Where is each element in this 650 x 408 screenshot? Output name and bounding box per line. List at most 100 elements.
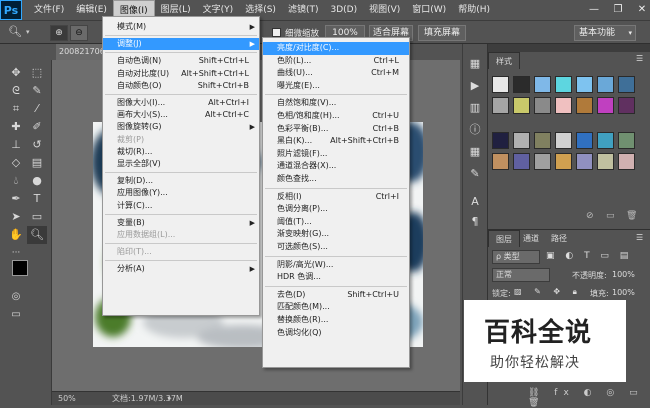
type-tool-icon[interactable]: T [27,190,47,208]
menu-option[interactable]: 可选颜色(S)... [263,241,409,254]
menu-option[interactable]: 黑白(K)... Alt+Shift+Ctrl+B [263,135,409,148]
foreground-color-swatch[interactable] [12,260,28,276]
scrubby-zoom-checkbox[interactable] [272,28,281,37]
opacity-value[interactable]: 100% [612,270,635,279]
zoom-in-icon[interactable]: ⊕ [50,25,68,41]
menu-item[interactable]: 帮助(H) [452,0,496,20]
screen-mode-icon[interactable]: ▭ [6,306,26,324]
style-swatch[interactable] [534,153,551,170]
style-swatch[interactable] [492,76,509,93]
marquee-tool-icon[interactable]: ⬚ [27,64,47,82]
menu-option[interactable]: 自动色调(N) Shift+Ctrl+L [103,55,259,67]
menu-option[interactable]: 色相/饱和度(H)... Ctrl+U [263,110,409,123]
close-button[interactable]: ✕ [634,3,650,17]
gradient-tool-icon[interactable]: ▤ [27,154,47,172]
menu-option[interactable]: 图像大小(I)... Alt+Ctrl+I [103,97,259,109]
layer-actions-icons[interactable]: ⛓ fx ◐ ◎ ▭ 🗑︎ [528,388,650,408]
menu-item[interactable]: 3D(D) [324,0,363,20]
menu-item[interactable]: 视图(V) [363,0,406,20]
quick-select-tool-icon[interactable]: ✎ [27,82,47,100]
hand-tool-icon[interactable]: ✋ [6,226,26,244]
zoom-out-icon[interactable]: ⊖ [70,25,88,41]
status-menu-arrow-icon[interactable]: ▸ [168,392,172,405]
style-swatch[interactable] [576,153,593,170]
menu-option[interactable]: 照片滤镜(F)... [263,148,409,161]
tool-preset-dropdown-icon[interactable]: ▾ [26,28,30,36]
menu-option[interactable]: 自动颜色(O) Shift+Ctrl+B [103,80,259,92]
fill-value[interactable]: 100% [612,288,635,297]
menu-option[interactable]: 色彩平衡(B)... Ctrl+B [263,123,409,136]
path-select-tool-icon[interactable]: ➤ [6,208,26,226]
blur-tool-icon[interactable]: 💧︎ [6,172,26,190]
menu-item[interactable]: 文件(F) [28,0,70,20]
layer-filter-select[interactable]: ρ 类型 [492,250,540,264]
dodge-tool-icon[interactable]: ● [27,172,47,190]
new-style-icon[interactable]: ▭ [606,211,615,221]
menu-option[interactable]: 通道混合器(X)... [263,160,409,173]
menu-option[interactable]: 去色(D) Shift+Ctrl+U [263,289,409,302]
menu-option[interactable]: 图像旋转(G) ▶ [103,121,259,133]
lasso-tool-icon[interactable]: ᘓ [6,82,26,100]
menu-option[interactable]: 色调均化(Q) [263,327,409,340]
menu-option[interactable]: 自动对比度(U) Alt+Shift+Ctrl+L [103,68,259,80]
style-swatch[interactable] [534,132,551,149]
style-swatch[interactable] [534,76,551,93]
menu-option[interactable]: 渐变映射(G)... [263,228,409,241]
tab-channels[interactable]: 通道 [516,230,546,247]
style-swatch[interactable] [597,132,614,149]
history-panel-icon[interactable]: ▦ [466,56,484,72]
tab-paths[interactable]: 路径 [544,230,574,247]
delete-style-icon[interactable]: 🗑︎ [626,211,637,221]
style-swatch[interactable] [618,153,635,170]
restore-button[interactable]: ❐ [610,3,626,17]
swatches-panel-icon[interactable]: ▦ [466,144,484,160]
blend-mode-select[interactable]: 正常 [492,268,550,282]
menu-option[interactable]: 变量(B) ▶ [103,217,259,229]
style-swatch[interactable] [513,76,530,93]
zoom-level[interactable]: 50% [58,392,76,405]
zoom-tool-icon[interactable]: 🔍︎ [8,25,22,38]
clone-stamp-tool-icon[interactable]: ⊥ [6,136,26,154]
info-panel-icon[interactable]: ⓘ [466,122,484,138]
menu-option[interactable]: 曝光度(E)... [263,80,409,93]
style-swatch[interactable] [576,97,593,114]
filter-icons[interactable]: ▣ ◐ T ▭ ▤ [546,251,632,261]
paragraph-panel-icon[interactable]: ¶ [466,214,484,230]
style-swatch[interactable] [492,132,509,149]
style-swatch[interactable] [513,153,530,170]
style-swatch[interactable] [597,153,614,170]
menu-option[interactable]: 调整(J) ▶ [103,38,259,51]
style-swatch[interactable] [618,132,635,149]
style-swatch[interactable] [513,97,530,114]
eraser-tool-icon[interactable]: ◇ [6,154,26,172]
menu-option[interactable]: 自然饱和度(V)... [263,97,409,110]
style-swatch[interactable] [492,153,509,170]
menu-option[interactable]: 颜色查找... [263,173,409,186]
menu-item[interactable]: 滤镜(T) [282,0,325,20]
style-swatch[interactable] [576,76,593,93]
menu-option[interactable]: 替换颜色(R)... [263,314,409,327]
properties-panel-icon[interactable]: ▥ [466,100,484,116]
healing-brush-tool-icon[interactable]: ✚ [6,118,26,136]
shape-tool-icon[interactable]: ▭ [27,208,47,226]
menu-option[interactable]: 应用图像(Y)... [103,187,259,199]
menu-option[interactable]: 阴影/高光(W)... [263,259,409,272]
menu-option[interactable]: 色调分离(P)... [263,203,409,216]
brush-tool-icon[interactable]: ✐ [27,118,47,136]
style-swatch[interactable] [597,97,614,114]
fill-screen-button[interactable]: 填充屏幕 [418,25,466,41]
style-swatch[interactable] [555,153,572,170]
eyedropper-tool-icon[interactable]: ⁄ [27,100,47,118]
menu-option[interactable]: 画布大小(S)... Alt+Ctrl+C [103,109,259,121]
style-swatch[interactable] [555,132,572,149]
brush-panel-icon[interactable]: ✎ [466,166,484,182]
crop-tool-icon[interactable]: ⌗ [6,100,26,118]
workspace-select[interactable]: 基本功能 ▾ [574,25,636,41]
panel-menu-icon[interactable]: ☰ [636,233,643,242]
menu-option[interactable]: 计算(C)... [103,200,259,212]
menu-option[interactable]: 曲线(U)... Ctrl+M [263,67,409,80]
menu-option[interactable]: 模式(M) ▶ [103,21,259,33]
quick-mask-icon[interactable]: ◎ [6,288,26,306]
menu-option[interactable]: 分析(A) ▶ [103,263,259,275]
menu-option[interactable]: 色阶(L)... Ctrl+L [263,55,409,68]
